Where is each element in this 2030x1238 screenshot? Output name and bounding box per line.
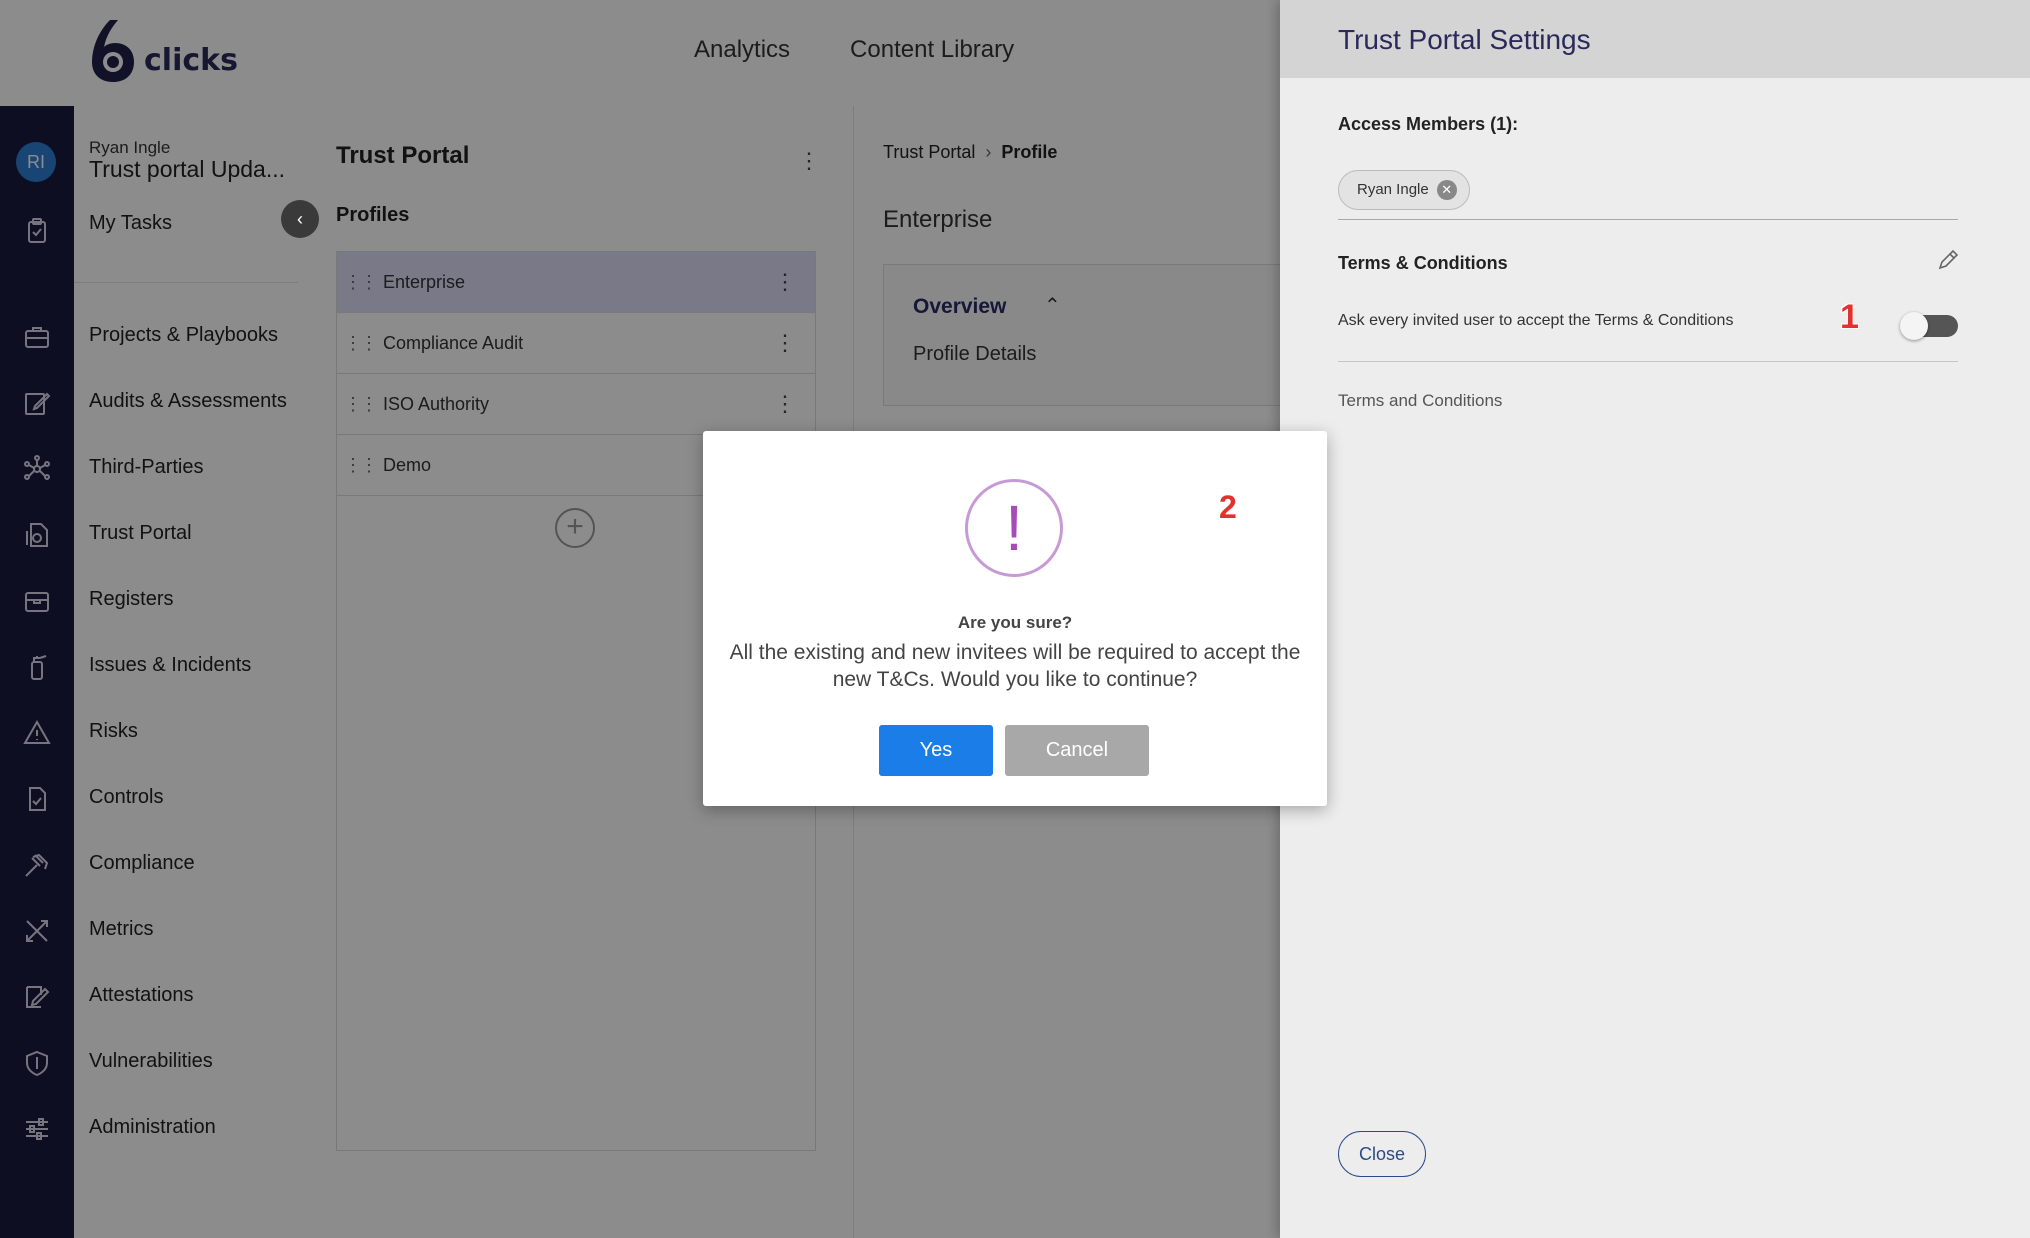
drawer-header: Trust Portal Settings xyxy=(1280,0,2030,78)
pencil-edit-icon[interactable] xyxy=(1936,248,1960,272)
annotation-marker-1: 1 xyxy=(1840,298,1859,336)
members-underline xyxy=(1338,219,1958,220)
access-members-label: Access Members (1): xyxy=(1338,114,1519,134)
yes-button[interactable]: Yes xyxy=(879,725,993,776)
cancel-button[interactable]: Cancel xyxy=(1005,725,1149,776)
terms-conditions-label: Terms & Conditions xyxy=(1338,253,1508,273)
close-button[interactable]: Close xyxy=(1338,1131,1426,1177)
toggle-knob xyxy=(1900,312,1928,340)
annotation-marker-2: 2 xyxy=(1219,489,1237,525)
settings-drawer: Trust Portal Settings Access Members (1)… xyxy=(1280,0,2030,1238)
member-chip: Ryan Ingle ✕ xyxy=(1338,170,1470,210)
chevron-left-icon: ‹ xyxy=(297,208,303,229)
confirm-dialog: ! 2 Are you sure? All the existing and n… xyxy=(703,431,1327,806)
exclamation-warning-icon: ! xyxy=(965,479,1063,577)
terms-acceptance-toggle[interactable] xyxy=(1900,312,1958,340)
dialog-message: All the existing and new invitees will b… xyxy=(729,641,1301,691)
remove-member-close-icon[interactable]: ✕ xyxy=(1436,180,1457,200)
member-chip-label: Ryan Ingle xyxy=(1357,181,1429,198)
drawer-title: Trust Portal Settings xyxy=(1338,24,1591,55)
terms-acceptance-text: Ask every invited user to accept the Ter… xyxy=(1338,312,1734,329)
section-divider xyxy=(1338,361,1958,362)
dialog-title: Are you sure? xyxy=(957,613,1073,632)
terms-and-conditions-link[interactable]: Terms and Conditions xyxy=(1338,391,1502,411)
collapse-sidebar-button[interactable]: ‹ xyxy=(281,200,319,238)
app-root: clicks Analytics Content Library RI Ryan… xyxy=(0,0,2030,1238)
